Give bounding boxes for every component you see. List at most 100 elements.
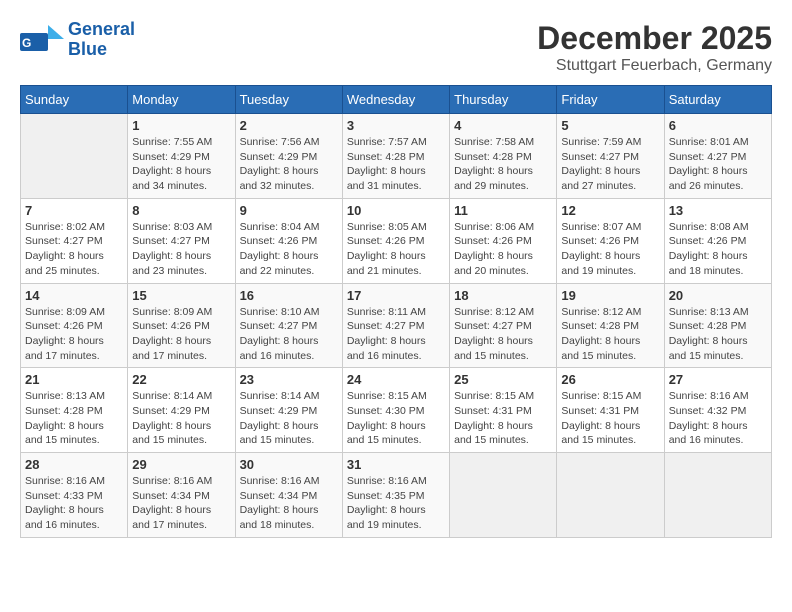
day-number: 22	[132, 372, 230, 387]
calendar-cell: 6 Sunrise: 8:01 AMSunset: 4:27 PMDaylight…	[664, 114, 771, 199]
weekday-header: Monday	[128, 86, 235, 114]
logo: G General Blue	[20, 20, 135, 60]
calendar-cell: 29 Sunrise: 8:16 AMSunset: 4:34 PMDayligh…	[128, 453, 235, 538]
calendar-cell: 20 Sunrise: 8:13 AMSunset: 4:28 PMDayligh…	[664, 283, 771, 368]
day-number: 26	[561, 372, 659, 387]
calendar-cell	[664, 453, 771, 538]
calendar-cell: 12 Sunrise: 8:07 AMSunset: 4:26 PMDayligh…	[557, 198, 664, 283]
location: Stuttgart Feuerbach, Germany	[537, 57, 772, 75]
calendar-cell	[450, 453, 557, 538]
calendar-cell: 31 Sunrise: 8:16 AMSunset: 4:35 PMDayligh…	[342, 453, 449, 538]
calendar-week-row: 28 Sunrise: 8:16 AMSunset: 4:33 PMDayligh…	[21, 453, 772, 538]
day-info: Sunrise: 8:11 AMSunset: 4:27 PMDaylight:…	[347, 305, 445, 364]
day-number: 13	[669, 203, 767, 218]
day-number: 29	[132, 457, 230, 472]
day-info: Sunrise: 8:12 AMSunset: 4:28 PMDaylight:…	[561, 305, 659, 364]
day-info: Sunrise: 8:14 AMSunset: 4:29 PMDaylight:…	[132, 389, 230, 448]
day-info: Sunrise: 8:16 AMSunset: 4:34 PMDaylight:…	[132, 474, 230, 533]
calendar-cell: 27 Sunrise: 8:16 AMSunset: 4:32 PMDayligh…	[664, 368, 771, 453]
day-info: Sunrise: 8:09 AMSunset: 4:26 PMDaylight:…	[132, 305, 230, 364]
weekday-header: Sunday	[21, 86, 128, 114]
calendar-cell: 5Sunrise: 7:59 AMSunset: 4:27 PMDaylight…	[557, 114, 664, 199]
day-info: Sunrise: 8:12 AMSunset: 4:27 PMDaylight:…	[454, 305, 552, 364]
calendar-cell: 7 Sunrise: 8:02 AMSunset: 4:27 PMDaylight…	[21, 198, 128, 283]
day-info: Sunrise: 8:16 AMSunset: 4:33 PMDaylight:…	[25, 474, 123, 533]
day-info: Sunrise: 8:09 AMSunset: 4:26 PMDaylight:…	[25, 305, 123, 364]
day-info: Sunrise: 8:15 AMSunset: 4:31 PMDaylight:…	[454, 389, 552, 448]
calendar-cell: 8 Sunrise: 8:03 AMSunset: 4:27 PMDaylight…	[128, 198, 235, 283]
day-number: 21	[25, 372, 123, 387]
calendar-table: SundayMondayTuesdayWednesdayThursdayFrid…	[20, 85, 772, 538]
day-number: 10	[347, 203, 445, 218]
calendar-cell: 14 Sunrise: 8:09 AMSunset: 4:26 PMDayligh…	[21, 283, 128, 368]
day-info: Sunrise: 8:15 AMSunset: 4:31 PMDaylight:…	[561, 389, 659, 448]
day-number: 6	[669, 118, 767, 133]
day-number: 28	[25, 457, 123, 472]
day-number: 16	[240, 288, 338, 303]
day-number: 25	[454, 372, 552, 387]
calendar-cell: 19Sunrise: 8:12 AMSunset: 4:28 PMDayligh…	[557, 283, 664, 368]
calendar-cell: 25 Sunrise: 8:15 AMSunset: 4:31 PMDayligh…	[450, 368, 557, 453]
day-number: 30	[240, 457, 338, 472]
day-number: 4	[454, 118, 552, 133]
day-number: 27	[669, 372, 767, 387]
calendar-cell: 24Sunrise: 8:15 AMSunset: 4:30 PMDayligh…	[342, 368, 449, 453]
calendar-cell: 2Sunrise: 7:56 AMSunset: 4:29 PMDaylight…	[235, 114, 342, 199]
calendar-cell: 1Sunrise: 7:55 AMSunset: 4:29 PMDaylight…	[128, 114, 235, 199]
title-section: December 2025 Stuttgart Feuerbach, Germa…	[537, 20, 772, 75]
day-number: 12	[561, 203, 659, 218]
day-number: 20	[669, 288, 767, 303]
calendar-cell: 15 Sunrise: 8:09 AMSunset: 4:26 PMDayligh…	[128, 283, 235, 368]
day-info: Sunrise: 8:13 AMSunset: 4:28 PMDaylight:…	[25, 389, 123, 448]
calendar-week-row: 21 Sunrise: 8:13 AMSunset: 4:28 PMDayligh…	[21, 368, 772, 453]
calendar-cell: 18 Sunrise: 8:12 AMSunset: 4:27 PMDayligh…	[450, 283, 557, 368]
day-number: 11	[454, 203, 552, 218]
day-info: Sunrise: 7:59 AMSunset: 4:27 PMDaylight:…	[561, 135, 659, 194]
weekday-header: Thursday	[450, 86, 557, 114]
day-info: Sunrise: 8:02 AMSunset: 4:27 PMDaylight:…	[25, 220, 123, 279]
page-header: G General Blue December 2025 Stuttgart F…	[20, 20, 772, 75]
day-number: 23	[240, 372, 338, 387]
day-number: 31	[347, 457, 445, 472]
day-info: Sunrise: 8:04 AMSunset: 4:26 PMDaylight:…	[240, 220, 338, 279]
day-number: 15	[132, 288, 230, 303]
day-number: 3	[347, 118, 445, 133]
day-number: 14	[25, 288, 123, 303]
day-info: Sunrise: 8:16 AMSunset: 4:35 PMDaylight:…	[347, 474, 445, 533]
day-number: 1	[132, 118, 230, 133]
calendar-cell: 4Sunrise: 7:58 AMSunset: 4:28 PMDaylight…	[450, 114, 557, 199]
day-number: 17	[347, 288, 445, 303]
day-info: Sunrise: 8:14 AMSunset: 4:29 PMDaylight:…	[240, 389, 338, 448]
day-number: 7	[25, 203, 123, 218]
calendar-cell: 26 Sunrise: 8:15 AMSunset: 4:31 PMDayligh…	[557, 368, 664, 453]
calendar-cell: 21 Sunrise: 8:13 AMSunset: 4:28 PMDayligh…	[21, 368, 128, 453]
day-number: 8	[132, 203, 230, 218]
calendar-cell: 17 Sunrise: 8:11 AMSunset: 4:27 PMDayligh…	[342, 283, 449, 368]
day-info: Sunrise: 8:10 AMSunset: 4:27 PMDaylight:…	[240, 305, 338, 364]
month-title: December 2025	[537, 20, 772, 57]
day-info: Sunrise: 8:01 AMSunset: 4:27 PMDaylight:…	[669, 135, 767, 194]
calendar-cell	[21, 114, 128, 199]
day-info: Sunrise: 8:06 AMSunset: 4:26 PMDaylight:…	[454, 220, 552, 279]
weekday-header: Saturday	[664, 86, 771, 114]
day-number: 9	[240, 203, 338, 218]
calendar-cell	[557, 453, 664, 538]
logo-line2: Blue	[68, 40, 135, 60]
day-info: Sunrise: 8:15 AMSunset: 4:30 PMDaylight:…	[347, 389, 445, 448]
svg-text:G: G	[22, 36, 31, 50]
calendar-header: SundayMondayTuesdayWednesdayThursdayFrid…	[21, 86, 772, 114]
logo-icon: G	[20, 25, 64, 55]
day-info: Sunrise: 8:16 AMSunset: 4:34 PMDaylight:…	[240, 474, 338, 533]
day-number: 18	[454, 288, 552, 303]
calendar-week-row: 7 Sunrise: 8:02 AMSunset: 4:27 PMDaylight…	[21, 198, 772, 283]
calendar-cell: 23 Sunrise: 8:14 AMSunset: 4:29 PMDayligh…	[235, 368, 342, 453]
day-info: Sunrise: 8:07 AMSunset: 4:26 PMDaylight:…	[561, 220, 659, 279]
weekday-header: Friday	[557, 86, 664, 114]
calendar-cell: 16 Sunrise: 8:10 AMSunset: 4:27 PMDayligh…	[235, 283, 342, 368]
day-info: Sunrise: 8:16 AMSunset: 4:32 PMDaylight:…	[669, 389, 767, 448]
calendar-cell: 22 Sunrise: 8:14 AMSunset: 4:29 PMDayligh…	[128, 368, 235, 453]
day-info: Sunrise: 8:08 AMSunset: 4:26 PMDaylight:…	[669, 220, 767, 279]
day-info: Sunrise: 8:13 AMSunset: 4:28 PMDaylight:…	[669, 305, 767, 364]
weekday-header: Tuesday	[235, 86, 342, 114]
day-info: Sunrise: 8:03 AMSunset: 4:27 PMDaylight:…	[132, 220, 230, 279]
